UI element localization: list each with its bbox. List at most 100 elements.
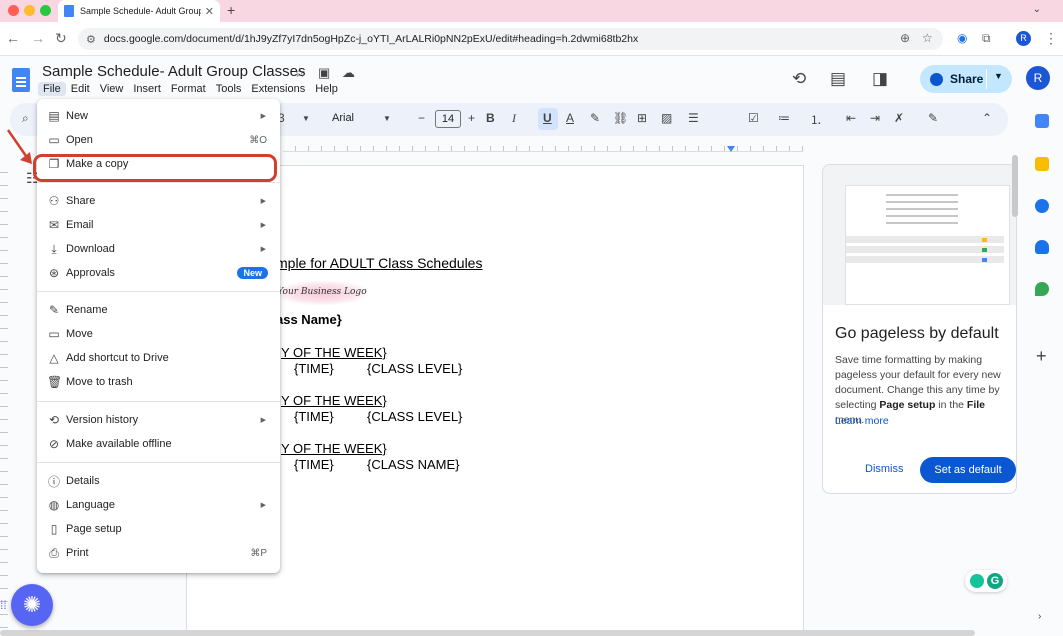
clear-formatting-icon[interactable]: ✗	[894, 111, 904, 125]
extensions-puzzle-icon[interactable]: ⧉	[982, 31, 991, 46]
text-color-icon[interactable]: A	[566, 111, 574, 125]
tab-close-icon[interactable]: ✕	[205, 5, 214, 18]
close-window-button[interactable]	[8, 5, 19, 16]
keep-icon[interactable]	[1035, 157, 1049, 171]
site-info-icon[interactable]: ⚙	[86, 33, 96, 46]
menu-help[interactable]: Help	[310, 82, 343, 96]
file-menu-version-history[interactable]: ⟲ Version history ▶	[37, 409, 280, 431]
document-title[interactable]: Sample Schedule- Adult Group Classes	[42, 63, 305, 80]
italic-icon[interactable]: I	[512, 111, 516, 126]
contacts-icon[interactable]	[1035, 240, 1049, 254]
assistant-fab-icon[interactable]: ✺	[11, 584, 53, 626]
forward-icon[interactable]: →	[31, 30, 45, 46]
profile-avatar[interactable]: R	[1016, 31, 1031, 46]
numbered-list-icon[interactable]: ⒈	[810, 111, 822, 128]
version-history-icon[interactable]: ⟲	[792, 69, 806, 89]
insert-image-icon[interactable]: ▨	[661, 111, 672, 125]
dismiss-button[interactable]: Dismiss	[865, 463, 904, 475]
url-bar[interactable]: ⚙ docs.google.com/document/d/1hJ9yZf7yI7…	[78, 28, 943, 50]
pageless-promo-card: Go pageless by default Save time formatt…	[822, 164, 1017, 494]
menu-tools[interactable]: Tools	[211, 82, 247, 96]
menu-divider	[37, 182, 280, 183]
increase-font-icon[interactable]: +	[468, 111, 475, 125]
share-dropdown-icon[interactable]: ▼	[994, 71, 1003, 81]
collapse-toolbar-icon[interactable]: ⌃	[982, 111, 992, 125]
tab-search-chevron-icon[interactable]: ⌄	[1033, 4, 1041, 15]
grammarly-icon[interactable]: G	[987, 573, 1003, 589]
file-menu-open[interactable]: ▭ Open ⌘O	[37, 129, 280, 151]
file-menu-email[interactable]: ✉ Email ▶	[37, 214, 280, 236]
new-tab-icon[interactable]: +	[227, 2, 235, 18]
share-button[interactable]: Share ▼	[920, 65, 1012, 93]
menu-view[interactable]: View	[95, 82, 129, 96]
file-menu-offline[interactable]: ⊘ Make available offline	[37, 433, 280, 455]
align-icon[interactable]: ☰	[688, 111, 699, 125]
menu-insert[interactable]: Insert	[128, 82, 166, 96]
highlight-color-icon[interactable]: ✎	[590, 111, 600, 125]
meet-icon[interactable]: ◨	[872, 69, 888, 89]
cloud-status-icon[interactable]: ☁	[342, 65, 355, 81]
side-apps-rail	[1025, 102, 1063, 636]
comments-icon[interactable]: ▤	[830, 69, 846, 89]
learn-more-link[interactable]: Learn more	[835, 415, 889, 427]
star-icon[interactable]: ☆	[294, 65, 306, 81]
file-menu-download[interactable]: ⤓ Download ▶	[37, 238, 280, 260]
search-menus-icon[interactable]: ⌕	[22, 111, 29, 126]
checklist-icon[interactable]: ☑	[748, 111, 759, 125]
file-menu-language[interactable]: ◍ Language ▶	[37, 494, 280, 516]
font-dropdown-icon[interactable]: ▼	[383, 114, 391, 123]
browser-tab[interactable]: Sample Schedule- Adult Group Cl ✕	[58, 0, 220, 22]
file-menu-page-setup[interactable]: ▯ Page setup	[37, 518, 280, 540]
move-folder-icon[interactable]: ▣	[318, 65, 330, 81]
reload-icon[interactable]: ↻	[55, 30, 67, 47]
bold-icon[interactable]: B	[486, 111, 495, 125]
grammarly-widget[interactable]: G	[965, 570, 1007, 592]
file-menu-move-to-trash[interactable]: 🗑 Move to trash	[37, 371, 280, 393]
ruler-indent-marker[interactable]	[727, 146, 735, 152]
maps-icon[interactable]	[1035, 282, 1049, 296]
bookmark-star-icon[interactable]: ☆	[922, 31, 933, 45]
drag-handle-icon[interactable]: ⁞⁞	[0, 598, 7, 612]
decrease-indent-icon[interactable]: ⇤	[846, 111, 856, 125]
font-size-input[interactable]: 14	[435, 110, 461, 128]
globe-icon	[930, 72, 943, 86]
menu-file[interactable]: File	[38, 82, 66, 96]
font-name[interactable]: Arial	[332, 112, 354, 124]
zoom-icon[interactable]: ⊕	[900, 31, 910, 45]
docs-logo-icon[interactable]	[12, 68, 30, 92]
get-addons-icon[interactable]: +	[1036, 346, 1047, 367]
expand-rail-icon[interactable]: ›	[1038, 611, 1041, 622]
extension-icon[interactable]: ◉	[957, 31, 967, 45]
maximize-window-button[interactable]	[40, 5, 51, 16]
editing-mode-icon[interactable]: ✎	[928, 111, 938, 125]
increase-indent-icon[interactable]: ⇥	[870, 111, 880, 125]
calendar-icon[interactable]	[1035, 114, 1049, 128]
underline-icon[interactable]: U	[543, 111, 552, 125]
file-menu-details[interactable]: ⓘ Details	[37, 470, 280, 492]
style-dropdown-icon[interactable]: ▼	[302, 114, 310, 123]
bulleted-list-icon[interactable]: ≔	[778, 111, 790, 125]
insert-link-icon[interactable]: ⛓	[613, 111, 628, 125]
account-avatar[interactable]: R	[1026, 66, 1050, 90]
set-as-default-button[interactable]: Set as default	[920, 457, 1016, 483]
minimize-window-button[interactable]	[24, 5, 35, 16]
horizontal-scrollbar[interactable]	[0, 630, 975, 636]
vertical-scrollbar[interactable]	[1012, 155, 1018, 217]
file-menu-approvals[interactable]: ⊛ Approvals New	[37, 262, 280, 284]
file-menu-rename[interactable]: ✎ Rename	[37, 299, 280, 321]
menu-extensions[interactable]: Extensions	[246, 82, 310, 96]
grammarly-assist-icon[interactable]	[970, 574, 984, 588]
browser-menu-icon[interactable]: ⋮	[1044, 30, 1058, 47]
back-icon[interactable]: ←	[6, 30, 20, 46]
decrease-font-icon[interactable]: −	[418, 111, 425, 125]
file-menu-move[interactable]: ▭ Move	[37, 323, 280, 345]
add-comment-icon[interactable]: ⊞	[637, 111, 647, 125]
file-menu-new[interactable]: ▤ New ▶	[37, 105, 280, 127]
tasks-icon[interactable]	[1035, 199, 1049, 213]
class-detail-3: {CLASS NAME}	[367, 457, 460, 472]
file-menu-print[interactable]: ⎙ Print ⌘P	[37, 542, 280, 564]
menu-edit[interactable]: Edit	[66, 82, 95, 96]
file-menu-add-shortcut[interactable]: △ Add shortcut to Drive	[37, 347, 280, 369]
file-menu-share[interactable]: ⚇ Share ▶	[37, 190, 280, 212]
menu-format[interactable]: Format	[166, 82, 211, 96]
